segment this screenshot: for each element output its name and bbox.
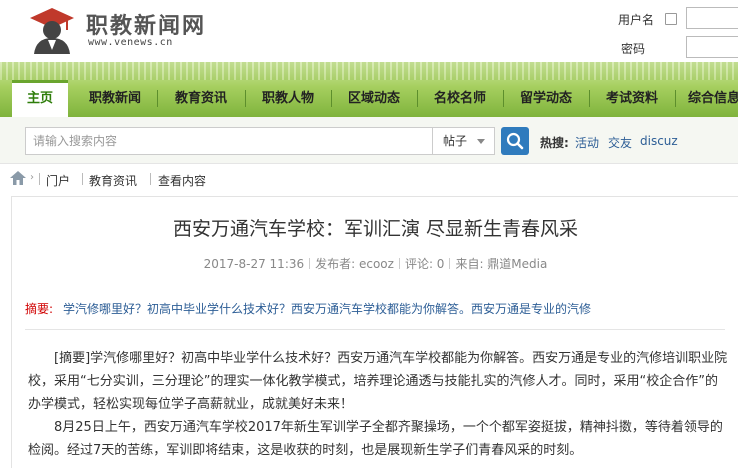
password-label: 密码: [621, 42, 646, 56]
summary-text: 学汽修哪里好？初高中毕业学什么技术好？西安万通汽车学校都能为你解答。西安万通是专…: [63, 302, 592, 316]
article-paragraph: 8月25日上午，西安万通汽车学校2017年新生军训学子全都齐聚操场，一个个都军姿…: [28, 420, 723, 458]
article-author[interactable]: 发布者: ecooz: [315, 257, 394, 271]
nav-divider: [417, 90, 418, 107]
breadcrumb-divider: [82, 173, 83, 185]
breadcrumb: › 门户 教育资讯 查看内容: [0, 165, 738, 193]
meta-divider: [309, 258, 311, 269]
nav-divider: [157, 90, 158, 107]
article-meta: 2017-8-27 11:36 发布者: ecooz 评论: 0 来自: 鼎道Medi…: [12, 255, 738, 272]
search-scope-select[interactable]: 帖子: [433, 127, 495, 155]
nav-item-people[interactable]: 职教人物: [252, 80, 324, 117]
username-field[interactable]: [686, 7, 738, 29]
site-url: www.venews.cn: [88, 37, 173, 48]
chevron-right-icon: ›: [30, 172, 34, 183]
search-bar: 请输入搜索内容 帖子 热搜: 活动 交友 discuz: [0, 117, 738, 164]
nav-divider: [675, 90, 676, 107]
article-source: 来自: 鼎道Media: [455, 257, 548, 271]
breadcrumb-divider: [150, 173, 151, 185]
nav-item-schools[interactable]: 名校名师: [424, 80, 496, 117]
nav-divider: [503, 90, 504, 107]
breadcrumb-current: 查看内容: [158, 174, 207, 188]
nav-item-exams[interactable]: 考试资料: [596, 80, 668, 117]
nav-divider: [245, 90, 246, 107]
summary-divider: [25, 329, 725, 330]
main-nav: 主页 职教新闻 教育资讯 职教人物 区域动态 名校名师 留学动态 考试资料 综合…: [0, 80, 738, 117]
nav-divider: [331, 90, 332, 107]
nav-item-regional[interactable]: 区域动态: [338, 80, 410, 117]
article-paragraph: [摘要]学汽修哪里好？初高中毕业学什么技术好？西安万通汽车学校都能为你解答。西安…: [28, 351, 728, 412]
breadcrumb-education-info[interactable]: 教育资讯: [89, 172, 137, 189]
search-icon: [506, 132, 524, 150]
chevron-down-icon: [477, 139, 485, 144]
article-summary: 摘要: 学汽修哪里好？初高中毕业学什么技术好？西安万通汽车学校都能为你解答。西安万…: [25, 300, 591, 317]
search-button[interactable]: [501, 127, 529, 155]
home-icon[interactable]: [10, 171, 26, 185]
search-scope-value: 帖子: [443, 134, 468, 148]
password-field[interactable]: [686, 36, 738, 58]
summary-label: 摘要:: [25, 302, 54, 316]
breadcrumb-divider: [39, 173, 40, 185]
meta-divider: [398, 258, 400, 269]
hot-link-discuz[interactable]: discuz: [640, 134, 678, 148]
nav-item-vocational-news[interactable]: 职教新闻: [80, 80, 150, 117]
search-input[interactable]: 请输入搜索内容: [25, 127, 433, 155]
breadcrumb-portal[interactable]: 门户: [46, 172, 70, 189]
nav-item-general[interactable]: 综合信息: [682, 80, 738, 117]
grass-decoration: [0, 62, 738, 80]
nav-item-education-info[interactable]: 教育资讯: [165, 80, 237, 117]
nav-item-home[interactable]: 主页: [12, 80, 68, 117]
article-panel: 西安万通汽车学校：军训汇演 尽显新生青春风采 2017-8-27 11:36 发布…: [11, 196, 738, 468]
meta-divider: [449, 258, 451, 269]
nav-divider: [589, 90, 590, 107]
hot-search-label: 热搜:: [540, 136, 569, 150]
username-label: 用户名: [618, 13, 655, 27]
site-name[interactable]: 职教新闻网: [86, 8, 206, 40]
nav-item-study-abroad[interactable]: 留学动态: [510, 80, 582, 117]
article-body: [摘要]学汽修哪里好？初高中毕业学什么技术好？西安万通汽车学校都能为你解答。西安…: [28, 347, 728, 462]
remember-checkbox[interactable]: [665, 13, 677, 25]
article-comments[interactable]: 评论: 0: [405, 257, 445, 271]
graduate-logo-icon[interactable]: [26, 6, 78, 54]
article-date: 2017-8-27 11:36: [203, 257, 305, 271]
site-header: 职教新闻网 www.venews.cn 用户名 密码: [0, 0, 738, 62]
article-title: 西安万通汽车学校：军训汇演 尽显新生青春风采: [172, 218, 579, 240]
hot-link-activity[interactable]: 活动: [575, 134, 599, 151]
hot-link-friends[interactable]: 交友: [608, 134, 632, 151]
